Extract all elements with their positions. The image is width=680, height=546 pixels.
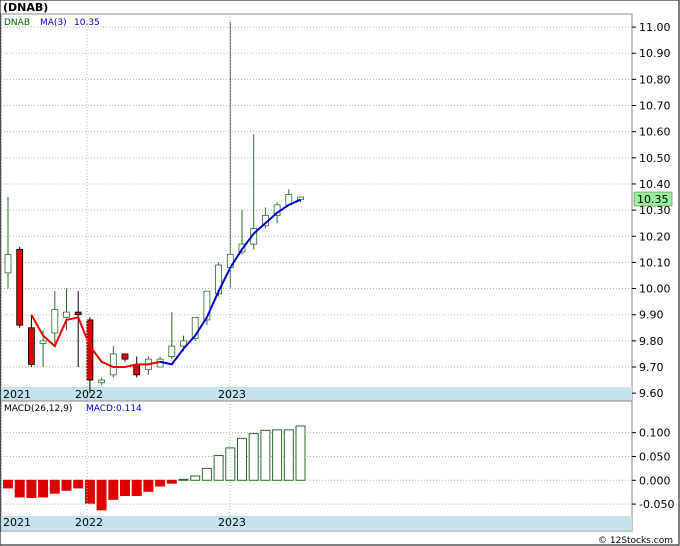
legend-ma: MA(3) — [40, 18, 67, 28]
chart-canvas: 11.0010.9010.8010.7010.6010.5010.4010.30… — [0, 0, 680, 546]
macd-tick-label: 0.050 — [639, 450, 671, 463]
candle-body — [4, 254, 12, 274]
macd-tick-label: -0.050 — [639, 498, 674, 511]
macd-bar — [3, 479, 13, 489]
candle-body — [39, 340, 47, 344]
time-label-2023: 2023 — [218, 388, 246, 401]
macd-time-label-2023: 2023 — [218, 516, 246, 529]
stock-chart-widget: 11.00 10.90 10.80 10.70 10.60 10.50 10.40 10.30… — [0, 0, 680, 546]
macd-bar — [295, 425, 306, 481]
chart-title: (DNAB) — [3, 1, 48, 14]
candle-body — [63, 311, 70, 318]
macd-bar — [49, 479, 60, 494]
macd-bar — [155, 479, 166, 487]
price-tick-label: 9.90 — [639, 309, 664, 322]
macd-tick-label: 0.100 — [639, 427, 671, 440]
macd-bar — [178, 478, 189, 481]
candle-body — [297, 196, 304, 201]
macd-bar — [201, 467, 212, 481]
macd-bar — [61, 479, 72, 491]
macd-bar — [166, 479, 177, 484]
candle-body — [27, 327, 35, 365]
macd-bar — [237, 437, 247, 481]
macd-bar — [248, 433, 259, 481]
price-tick-label: 10.50 — [639, 152, 671, 165]
macd-bar — [272, 429, 283, 481]
macd-bar — [14, 479, 25, 498]
macd-bar — [260, 429, 271, 481]
macd-bar — [213, 455, 224, 481]
price-tick-label: 10.60 — [639, 126, 671, 139]
candle-body — [74, 311, 82, 316]
price-tick-label: 10.90 — [639, 47, 671, 60]
candle-body — [98, 379, 105, 384]
price-tick-label: 10.20 — [639, 230, 671, 243]
price-tick-label: 11.00 — [639, 21, 671, 34]
candle-body — [109, 353, 117, 376]
macd-panel — [0, 400, 633, 532]
price-tick-label: 10.00 — [639, 283, 671, 296]
time-label-2021: 2021 — [3, 388, 31, 401]
candle-body — [51, 309, 59, 334]
macd-bar — [38, 479, 49, 498]
macd-legend-label: MACD(26,12,9) — [4, 404, 72, 414]
macd-bar — [283, 429, 294, 481]
macd-tick-label: 0.000 — [639, 474, 671, 487]
price-tick-label: 10.10 — [639, 256, 671, 269]
macd-bar — [143, 479, 154, 492]
macd-bar — [108, 479, 119, 500]
macd-bar — [96, 479, 107, 511]
macd-time-label-2021: 2021 — [3, 516, 31, 529]
candle-body — [16, 248, 24, 326]
price-panel — [0, 13, 633, 402]
price-tick-label: 9.60 — [639, 387, 664, 400]
macd-bar — [190, 475, 201, 481]
macd-bar — [131, 479, 142, 497]
legend-last-value: 10.35 — [74, 18, 100, 28]
current-price-label: 10.35 — [637, 193, 669, 206]
candle-body — [168, 345, 176, 357]
candle-body — [133, 363, 141, 376]
macd-bar — [73, 479, 84, 489]
macd-bar — [120, 479, 130, 497]
credit-label: © 12Stocks.com — [598, 536, 673, 546]
time-label-2022: 2022 — [75, 388, 103, 401]
macd-time-label-2022: 2022 — [75, 516, 103, 529]
price-tick-label: 9.70 — [639, 361, 664, 374]
price-tick-label: 10.80 — [639, 73, 671, 86]
macd-legend-value: MACD:0.114 — [86, 404, 142, 414]
price-tick-label: 10.70 — [639, 100, 671, 113]
macd-bar — [26, 479, 37, 498]
price-tick-label: 10.40 — [639, 178, 671, 191]
price-tick-label: 9.80 — [639, 335, 664, 348]
candle-body — [121, 353, 129, 360]
legend-symbol: DNAB — [4, 18, 30, 28]
